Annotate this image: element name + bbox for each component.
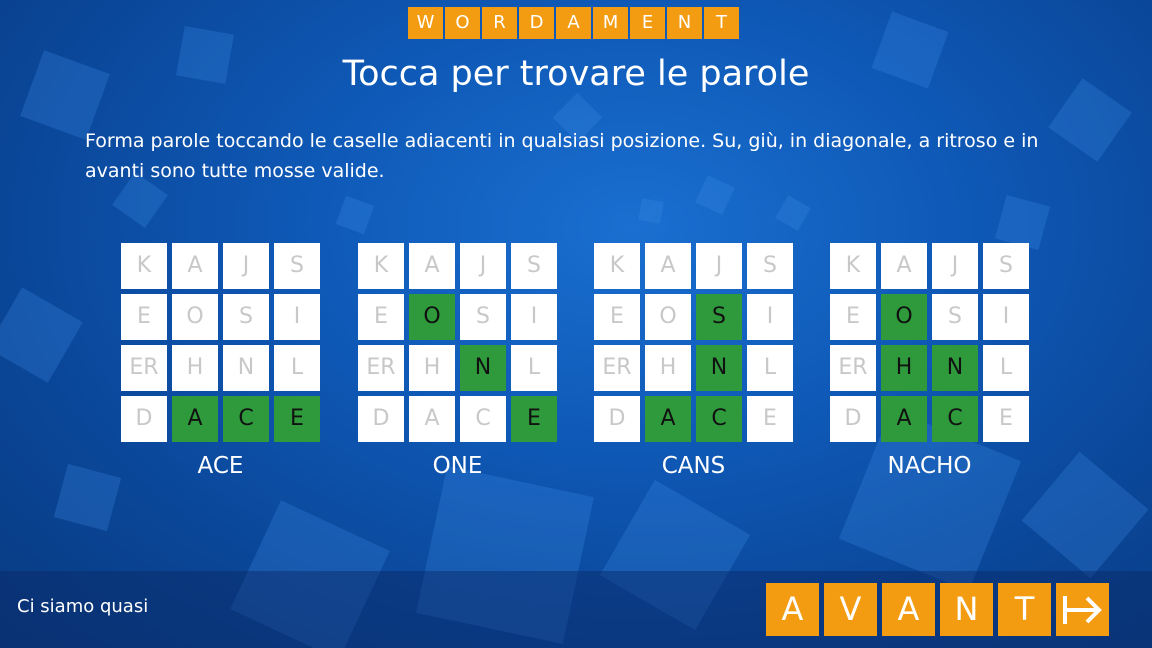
tile: C bbox=[460, 396, 506, 442]
letter-grid: K A J S E O S I ER H N L D A C E bbox=[594, 243, 794, 442]
tile: K bbox=[594, 243, 640, 289]
tile: J bbox=[932, 243, 978, 289]
tile: J bbox=[460, 243, 506, 289]
tile: K bbox=[358, 243, 404, 289]
next-button-letter: A bbox=[882, 583, 935, 636]
tile-selected: H bbox=[881, 345, 927, 391]
letter-grid: K A J S E O S I ER H N L D A C E bbox=[830, 243, 1030, 442]
tile: L bbox=[274, 345, 320, 391]
tile: S bbox=[460, 294, 506, 340]
tile: D bbox=[358, 396, 404, 442]
next-arrow-icon bbox=[1056, 583, 1109, 636]
tile: H bbox=[645, 345, 691, 391]
tile: L bbox=[511, 345, 557, 391]
tile-selected: A bbox=[172, 396, 218, 442]
tile: E bbox=[830, 294, 876, 340]
example-cans: K A J S E O S I ER H N L D A C E CANS bbox=[594, 243, 794, 479]
tile: D bbox=[594, 396, 640, 442]
logo-letter: E bbox=[630, 7, 665, 39]
tile-selected: N bbox=[460, 345, 506, 391]
tile-selected: N bbox=[932, 345, 978, 391]
logo-letter: A bbox=[556, 7, 591, 39]
example-ace: K A J S E O S I ER H N L D A C E ACE bbox=[121, 243, 321, 479]
tile: H bbox=[409, 345, 455, 391]
tile: ER bbox=[594, 345, 640, 391]
logo-letter: M bbox=[593, 7, 628, 39]
example-nacho: K A J S E O S I ER H N L D A C E NACHO bbox=[830, 243, 1030, 479]
logo-letter: R bbox=[482, 7, 517, 39]
logo-letter: T bbox=[704, 7, 739, 39]
logo-letter: W bbox=[408, 7, 443, 39]
tile: H bbox=[172, 345, 218, 391]
tile: ER bbox=[830, 345, 876, 391]
tile-selected: C bbox=[223, 396, 269, 442]
tile: O bbox=[645, 294, 691, 340]
tile: A bbox=[172, 243, 218, 289]
next-button[interactable]: A V A N T bbox=[766, 583, 1109, 636]
letter-grid: K A J S E O S I ER H N L D A C E bbox=[358, 243, 558, 442]
wordament-logo: W O R D A M E N T bbox=[408, 7, 739, 39]
status-text: Ci siamo quasi bbox=[17, 596, 149, 617]
tile: A bbox=[409, 396, 455, 442]
example-word: CANS bbox=[661, 453, 726, 479]
tile: K bbox=[121, 243, 167, 289]
tile: I bbox=[747, 294, 793, 340]
example-word: ACE bbox=[197, 453, 244, 479]
tile: A bbox=[881, 243, 927, 289]
tile: J bbox=[223, 243, 269, 289]
tile: A bbox=[409, 243, 455, 289]
tile: I bbox=[511, 294, 557, 340]
tile-selected: E bbox=[274, 396, 320, 442]
example-one: K A J S E O S I ER H N L D A C E ONE bbox=[358, 243, 558, 479]
tile: S bbox=[274, 243, 320, 289]
next-button-letter: T bbox=[998, 583, 1051, 636]
tile: E bbox=[594, 294, 640, 340]
example-word: ONE bbox=[432, 453, 483, 479]
tile: S bbox=[747, 243, 793, 289]
tile: D bbox=[830, 396, 876, 442]
tile: K bbox=[830, 243, 876, 289]
tile-selected: N bbox=[696, 345, 742, 391]
instructions-text: Forma parole toccando le caselle adiacen… bbox=[85, 130, 1039, 182]
tile-selected: S bbox=[696, 294, 742, 340]
tile-selected: A bbox=[881, 396, 927, 442]
tile: I bbox=[983, 294, 1029, 340]
tile: D bbox=[121, 396, 167, 442]
example-word: NACHO bbox=[887, 453, 972, 479]
tile: S bbox=[983, 243, 1029, 289]
next-button-letter: V bbox=[824, 583, 877, 636]
tile: S bbox=[511, 243, 557, 289]
tile-selected: O bbox=[409, 294, 455, 340]
page-title: Tocca per trovare le parole bbox=[342, 54, 810, 94]
tile: S bbox=[223, 294, 269, 340]
logo-letter: O bbox=[445, 7, 480, 39]
tile: ER bbox=[358, 345, 404, 391]
logo-letter: D bbox=[519, 7, 554, 39]
logo-letter: N bbox=[667, 7, 702, 39]
tile: E bbox=[121, 294, 167, 340]
tile: ER bbox=[121, 345, 167, 391]
tile-selected: E bbox=[511, 396, 557, 442]
tile: O bbox=[172, 294, 218, 340]
tile: L bbox=[747, 345, 793, 391]
letter-grid: K A J S E O S I ER H N L D A C E bbox=[121, 243, 321, 442]
tile-selected: A bbox=[645, 396, 691, 442]
tile: I bbox=[274, 294, 320, 340]
next-button-letter: A bbox=[766, 583, 819, 636]
tile: J bbox=[696, 243, 742, 289]
tile: E bbox=[358, 294, 404, 340]
tile: L bbox=[983, 345, 1029, 391]
tile: N bbox=[223, 345, 269, 391]
tile-selected: O bbox=[881, 294, 927, 340]
tile: A bbox=[645, 243, 691, 289]
tile-selected: C bbox=[696, 396, 742, 442]
tile: E bbox=[747, 396, 793, 442]
tile: E bbox=[983, 396, 1029, 442]
next-button-letter: N bbox=[940, 583, 993, 636]
tile: S bbox=[932, 294, 978, 340]
tile-selected: C bbox=[932, 396, 978, 442]
